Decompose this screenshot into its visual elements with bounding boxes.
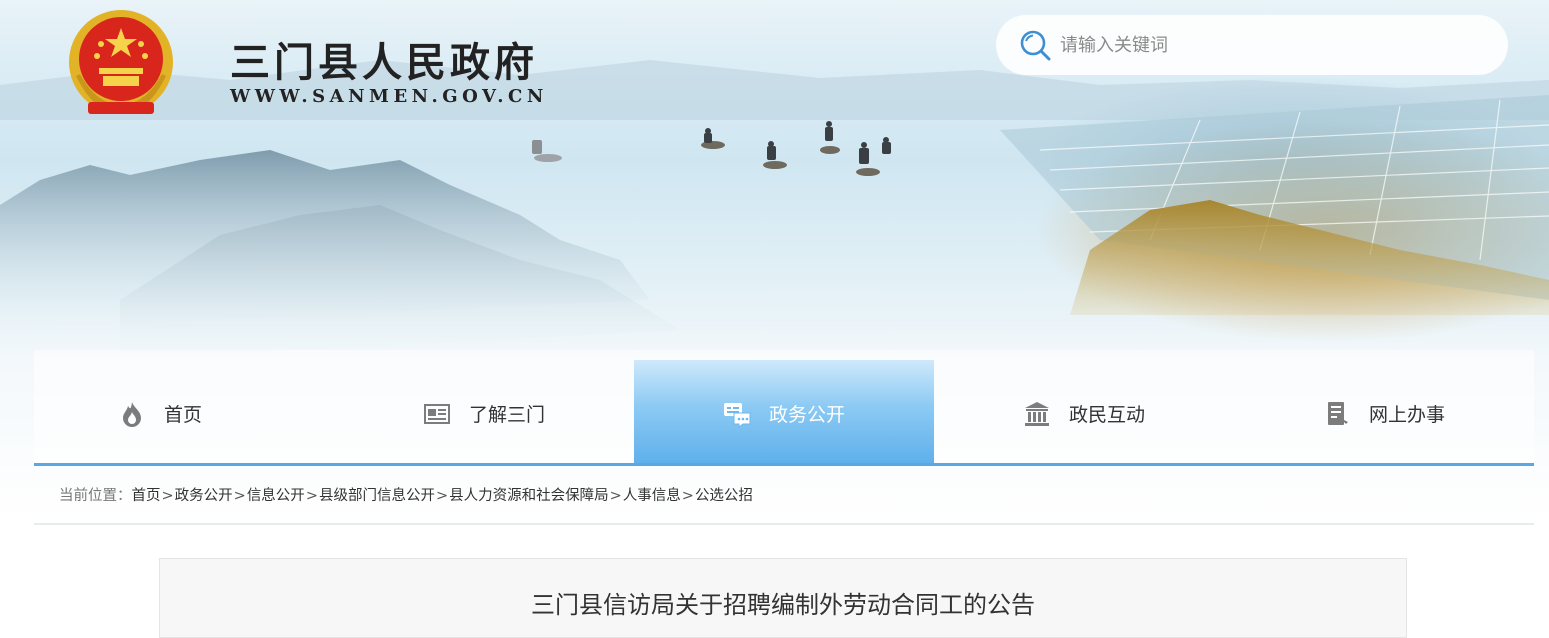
- nav-item-label: 了解三门: [468, 404, 545, 426]
- breadcrumb-separator: >: [305, 488, 318, 504]
- site-title: 三门县人民政府: [230, 39, 538, 86]
- nav-item-label: 政民互动: [1068, 404, 1145, 426]
- document-icon: [1327, 401, 1348, 425]
- newspaper-icon: [423, 403, 450, 424]
- breadcrumb-link-hr-bureau[interactable]: 县人力资源和社会保障局: [449, 488, 609, 504]
- breadcrumb-link-government-affairs[interactable]: 政务公开: [175, 488, 233, 504]
- site-url: WWW.SANMEN.GOV.CN: [230, 86, 548, 107]
- breadcrumb-prefix: 当前位置：: [59, 488, 132, 504]
- breadcrumb-separator: >: [609, 488, 622, 504]
- breadcrumb-link-personnel-info[interactable]: 人事信息: [623, 488, 681, 504]
- search-icon[interactable]: [1018, 28, 1052, 62]
- nav-item-government-affairs[interactable]: 政务公开: [634, 360, 934, 463]
- nav-item-home[interactable]: 首页: [34, 350, 334, 463]
- breadcrumb-separator: >: [681, 488, 694, 504]
- breadcrumb: 当前位置：首页>政务公开>信息公开>县级部门信息公开>县人力资源和社会保障局>人…: [59, 484, 753, 505]
- nav-item-label: 网上办事: [1368, 404, 1445, 426]
- breadcrumb-divider: [34, 523, 1534, 525]
- flame-icon: [123, 401, 141, 427]
- breadcrumb-link-county-departments[interactable]: 县级部门信息公开: [319, 488, 435, 504]
- breadcrumb-separator: >: [233, 488, 246, 504]
- nav-item-label: 首页: [164, 404, 203, 426]
- article-card: 三门县信访局关于招聘编制外劳动合同工的公告: [159, 558, 1407, 638]
- breadcrumb-separator: >: [435, 488, 449, 504]
- article-title: 三门县信访局关于招聘编制外劳动合同工的公告: [531, 591, 1035, 619]
- breadcrumb-separator: >: [161, 488, 174, 504]
- chat-icon: [723, 402, 751, 428]
- nav-underline: [34, 463, 1534, 466]
- main-navigation: 首页 了解三门 政务公开 政民互动 网上办事: [34, 350, 1534, 463]
- breadcrumb-link-info-disclosure[interactable]: 信息公开: [247, 488, 305, 504]
- nav-item-label: 政务公开: [768, 404, 845, 426]
- search-box: [996, 15, 1508, 75]
- search-input[interactable]: [1058, 33, 1482, 57]
- building-icon: [1024, 401, 1049, 426]
- breadcrumb-link-home[interactable]: 首页: [132, 488, 161, 504]
- nav-item-online-services[interactable]: 网上办事: [1234, 350, 1534, 463]
- nav-item-about[interactable]: 了解三门: [334, 350, 634, 463]
- header-banner: 三门县人民政府 WWW.SANMEN.GOV.CN: [0, 0, 1549, 623]
- nav-item-interaction[interactable]: 政民互动: [934, 350, 1234, 463]
- breadcrumb-link-recruitment[interactable]: 公选公招: [695, 488, 753, 504]
- national-emblem-logo: [69, 10, 173, 114]
